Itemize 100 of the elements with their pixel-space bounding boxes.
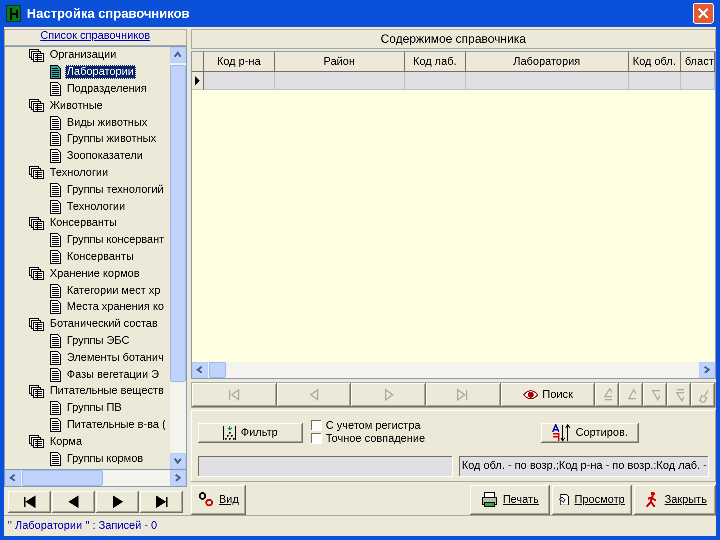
sort-button[interactable]: Сортиров. [541, 423, 639, 443]
folder-stack-icon [29, 318, 44, 331]
folder-stack-icon [29, 267, 44, 280]
folder-stack-icon [29, 99, 44, 112]
tree-group[interactable]: Консерванты [48, 216, 120, 230]
document-icon [50, 401, 61, 416]
tree-item[interactable]: Лаборатории [65, 65, 136, 80]
column-header[interactable]: Код обл. [629, 52, 681, 72]
tree-item[interactable]: Группы кормов [65, 452, 146, 466]
sort-order-field[interactable]: Код обл. - по возр.;Код р-на - по возр.;Код лаб. - [459, 456, 709, 477]
column-header[interactable]: Район [275, 52, 405, 72]
printer-icon [480, 491, 499, 509]
tree-item[interactable]: Группы ЭБС [65, 334, 132, 348]
folder-stack-icon [29, 384, 44, 398]
tree-item[interactable]: Категории мест хр [65, 284, 163, 298]
window-title: Настройка справочников [27, 6, 191, 21]
row-indicator[interactable] [192, 72, 204, 90]
scroll-left-button[interactable] [5, 470, 21, 486]
content-title: Содержимое справочника [191, 29, 716, 49]
tree-group[interactable]: Хранение кормов [48, 266, 142, 281]
document-icon [50, 418, 61, 432]
tree-item[interactable]: Группы животных [65, 132, 158, 146]
filter-field[interactable] [198, 456, 453, 477]
tree-item[interactable]: Подразделения [65, 82, 149, 96]
column-header[interactable]: бласт [681, 52, 715, 72]
column-header[interactable]: Код лаб. [405, 52, 466, 72]
app-icon [6, 4, 22, 22]
tree-item[interactable]: Группы ПВ [65, 401, 124, 416]
next-record-button[interactable] [96, 491, 139, 513]
checkbox[interactable] [311, 420, 322, 431]
table-cell[interactable] [629, 72, 681, 90]
tree-item[interactable]: Группы консервант [65, 233, 167, 248]
eye-icon [522, 390, 539, 400]
first-record-icon [22, 494, 38, 510]
tree-group[interactable]: Технологии [48, 166, 110, 180]
tree-item[interactable]: Технологии [65, 200, 128, 214]
folder-stack-icon [29, 435, 44, 448]
scrollbar-thumb[interactable] [22, 470, 103, 486]
folder-stack-icon [29, 48, 44, 62]
preview-button[interactable]: Просмотр [552, 485, 632, 515]
tree-item[interactable]: Элементы ботанич [65, 350, 166, 365]
sort-az-icon [552, 424, 572, 442]
document-icon [50, 132, 61, 146]
folder-stack-icon [29, 216, 44, 230]
chevron-icon [196, 366, 204, 374]
last-record-icon [154, 494, 170, 510]
document-icon [50, 200, 61, 214]
chevron-icon [174, 457, 182, 465]
tree-item[interactable]: Фазы вегетации Э [65, 368, 162, 382]
scroll-up-button[interactable] [170, 47, 186, 63]
chevron-icon [9, 474, 17, 482]
tree-item[interactable]: Зоопоказатели [65, 149, 146, 164]
tree-item[interactable]: Питательные в-ва ( [65, 418, 168, 432]
document-icon [50, 300, 61, 314]
chevron-icon [703, 366, 711, 374]
tree-group[interactable]: Корма [48, 434, 84, 449]
previous-record-button[interactable] [52, 491, 95, 513]
document-icon [50, 149, 61, 164]
close-button[interactable]: Закрыть [634, 485, 716, 515]
table-cell[interactable] [466, 72, 629, 90]
checkbox[interactable] [311, 433, 322, 444]
filter-button[interactable]: Фильтр [198, 423, 303, 443]
tree-item[interactable]: Группы технологий [65, 182, 166, 197]
last-record-button[interactable] [140, 491, 183, 513]
close-icon[interactable] [693, 3, 714, 24]
scrollbar-thumb[interactable] [209, 362, 226, 378]
funnel-dots-icon [223, 425, 238, 441]
double-triangle-down-icon [674, 387, 684, 403]
scroll-left-button[interactable] [192, 362, 208, 378]
document-icon [50, 368, 61, 382]
tree-item[interactable]: Консерванты [65, 250, 136, 264]
tree-group[interactable]: Животные [48, 98, 106, 113]
document-icon [50, 334, 61, 348]
document-icon [50, 116, 61, 130]
chevron-icon [174, 51, 182, 59]
tree-group[interactable]: Ботанический состав [48, 317, 160, 332]
scrollbar-thumb[interactable] [170, 65, 186, 382]
checkbox-label: Точное совпадение [326, 432, 426, 444]
chevron-icon [174, 474, 182, 482]
column-header[interactable]: Лаборатория [466, 52, 629, 72]
document-icon [50, 284, 61, 298]
column-header[interactable]: Код р-на [204, 52, 275, 72]
print-button[interactable]: Печать [470, 485, 550, 515]
tree-item[interactable]: Места хранения ко [65, 300, 166, 314]
tree-group[interactable]: Питательные веществ [48, 384, 166, 398]
scroll-right-button[interactable] [170, 470, 186, 486]
tree-group[interactable]: Организации [48, 48, 119, 62]
view-button[interactable]: Вид [191, 485, 246, 515]
search-button[interactable]: Поиск [500, 383, 595, 407]
scroll-right-button[interactable] [699, 362, 715, 378]
double-triangle-up-icon [602, 387, 612, 403]
first-record-button[interactable] [8, 491, 51, 513]
scroll-down-button[interactable] [170, 453, 186, 469]
table-cell[interactable] [681, 72, 715, 90]
table-cell[interactable] [204, 72, 275, 90]
table-cell[interactable] [405, 72, 466, 90]
document-icon [50, 65, 61, 80]
table-cell[interactable] [275, 72, 405, 90]
tree-item[interactable]: Виды животных [65, 116, 150, 130]
header-corner [192, 52, 204, 72]
